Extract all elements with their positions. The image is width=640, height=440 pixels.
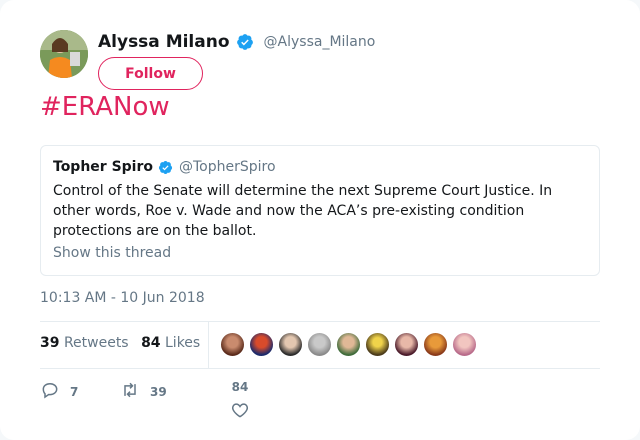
show-thread-link[interactable]: Show this thread [53, 245, 587, 261]
liker-avatar[interactable] [220, 332, 245, 357]
follow-button[interactable]: Follow [98, 57, 203, 90]
quoted-author-row: Topher Spiro @TopherSpiro [53, 159, 587, 175]
stats-divider [208, 322, 209, 368]
quoted-tweet-text: Control of the Senate will determine the… [53, 183, 553, 239]
heart-icon [230, 400, 250, 423]
likers-avatars [220, 332, 481, 357]
hashtag-link[interactable]: #ERANow [40, 92, 170, 122]
author-name-row: Alyssa Milano @Alyssa_Milano [98, 32, 375, 52]
tweet-header: Alyssa Milano @Alyssa_Milano Follow [40, 30, 600, 100]
divider [40, 368, 600, 369]
author-avatar[interactable] [40, 30, 88, 78]
reply-icon [40, 380, 60, 403]
reply-action[interactable]: 7 [40, 380, 78, 403]
likes-stat[interactable]: 84 Likes [141, 335, 200, 351]
likes-count: 84 [141, 335, 161, 351]
liker-avatar[interactable] [394, 332, 419, 357]
liker-avatar[interactable] [452, 332, 477, 357]
quoted-author-handle: @TopherSpiro [179, 159, 276, 175]
verified-badge-icon [158, 160, 173, 175]
tweet-stats: 39 Retweets 84 Likes [40, 335, 208, 351]
tweet-timestamp[interactable]: 10:13 AM - 10 Jun 2018 [40, 290, 205, 306]
likes-label: Likes [165, 335, 201, 351]
retweet-count: 39 [150, 384, 167, 399]
like-count: 84 [231, 380, 249, 394]
liker-avatar[interactable] [249, 332, 274, 357]
divider [40, 321, 600, 322]
liker-avatar[interactable] [365, 332, 390, 357]
liker-avatar[interactable] [307, 332, 332, 357]
reply-count: 7 [70, 384, 79, 399]
liker-avatar[interactable] [336, 332, 361, 357]
retweets-label: Retweets [63, 335, 129, 351]
author-display-name[interactable]: Alyssa Milano [98, 32, 230, 52]
liker-avatar[interactable] [423, 332, 448, 357]
liker-avatar[interactable] [278, 332, 303, 357]
retweets-stat[interactable]: 39 Retweets [40, 335, 129, 351]
tweet-card: Alyssa Milano @Alyssa_Milano Follow #ERA… [0, 0, 640, 440]
like-action[interactable]: 84 [230, 380, 250, 423]
quoted-tweet[interactable]: Topher Spiro @TopherSpiro Control of the… [40, 145, 600, 276]
verified-badge-icon [236, 33, 254, 51]
author-handle[interactable]: @Alyssa_Milano [264, 34, 376, 50]
retweet-action[interactable]: 39 [120, 380, 167, 403]
retweets-count: 39 [40, 335, 60, 351]
retweet-icon [120, 380, 140, 403]
tweet-actions: 7 39 84 [40, 380, 600, 420]
quoted-author-name: Topher Spiro [53, 159, 153, 175]
